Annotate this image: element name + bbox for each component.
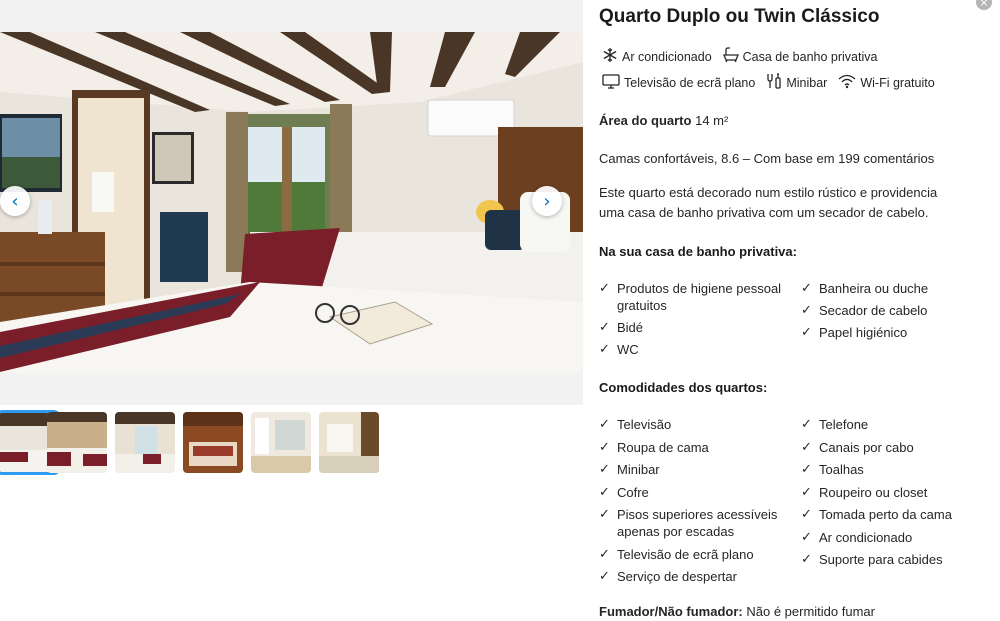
- tv-icon: [602, 73, 624, 92]
- amenities-list-left: ✓ Televisão ✓ Roupa de cama ✓ Minibar ✓ Cofr…: [599, 416, 789, 585]
- facility-label: Wi-Fi gratuito: [860, 75, 935, 90]
- check-icon: ✓: [599, 484, 610, 500]
- check-icon: ✓: [801, 529, 812, 545]
- facility-label: Minibar: [786, 75, 828, 90]
- bathroom-list-right: ✓ Banheira ou duche ✓ Secador de cabelo ✓ P…: [801, 280, 1000, 341]
- list-item: ✓ Suporte para cabides: [801, 552, 943, 567]
- chevron-right-icon: ›: [543, 190, 551, 212]
- room-title: Quarto Duplo ou Twin Clássico: [599, 6, 880, 27]
- bed-comfort-rating: Camas confortáveis, 8.6 – Com base em 19…: [599, 151, 935, 166]
- bathroom-section-title: Na sua casa de banho privativa:: [599, 244, 797, 259]
- snowflake-icon: [602, 47, 622, 66]
- facility-minibar: Minibar: [766, 73, 827, 92]
- thumbnail-5[interactable]: [251, 412, 311, 473]
- close-icon: ×: [979, 0, 989, 9]
- prev-photo-button[interactable]: ‹: [0, 186, 30, 216]
- check-icon: ✓: [801, 484, 812, 500]
- check-icon: ✓: [801, 325, 812, 340]
- facility-flat-tv: Televisão de ecrã plano: [602, 73, 755, 92]
- check-icon: ✓: [801, 439, 812, 455]
- minibar-icon: [766, 73, 786, 92]
- thumbnail-4[interactable]: [183, 412, 243, 473]
- room-description-line-1: Este quarto está decorado num estilo rús…: [599, 185, 938, 200]
- check-icon: ✓: [801, 507, 812, 522]
- facility-wifi: Wi-Fi gratuito: [838, 73, 935, 92]
- list-item: ✓ Bidé: [599, 320, 644, 335]
- check-icon: ✓: [599, 546, 610, 562]
- check-icon: ✓: [801, 417, 812, 432]
- facility-label: Ar condicionado: [622, 49, 712, 64]
- check-icon: ✓: [599, 507, 610, 522]
- list-item: ✓ Cofre: [599, 484, 649, 500]
- room-area-label: Área do quarto: [599, 113, 692, 128]
- check-icon: ✓: [599, 569, 610, 584]
- list-item: ✓ Televisão: [599, 417, 672, 432]
- close-button[interactable]: ×: [976, 0, 992, 10]
- main-room-photo[interactable]: [0, 32, 583, 373]
- check-icon: ✓: [801, 303, 812, 318]
- chevron-left-icon: ‹: [11, 190, 19, 212]
- list-item: ✓ Pisos superiores acessíveis apenas por …: [599, 507, 778, 539]
- room-area-value: 14 m²: [695, 113, 729, 128]
- check-icon: ✓: [599, 439, 610, 455]
- facility-private-bathroom: Casa de banho privativa: [722, 47, 878, 66]
- list-item: ✓ Serviço de despertar: [599, 569, 737, 584]
- list-item: ✓ Papel higiénico: [801, 325, 908, 340]
- list-item: ✓ Toalhas: [801, 462, 864, 477]
- thumbnail-3[interactable]: [115, 412, 175, 473]
- check-icon: ✓: [801, 462, 812, 477]
- list-item: ✓ Televisão de ecrã plano: [599, 546, 754, 562]
- list-item: ✓ Roupa de cama: [599, 439, 709, 455]
- list-item: ✓ Banheira ou duche: [801, 281, 929, 296]
- list-item: ✓ Tomada perto da cama: [801, 507, 952, 522]
- thumbnail-2[interactable]: [47, 412, 107, 473]
- facilities-row-2: Televisão de ecrã plano Minibar Wi-Fi gr…: [602, 73, 946, 92]
- check-icon: ✓: [801, 552, 812, 567]
- list-item: ✓ Minibar: [599, 462, 660, 477]
- facilities-row-1: Ar condicionado Casa de banho privativa: [602, 47, 888, 66]
- check-icon: ✓: [599, 417, 610, 432]
- check-icon: ✓: [599, 462, 610, 477]
- facility-air-conditioning: Ar condicionado: [602, 47, 712, 66]
- list-item: ✓ Produtos de higiene pessoal gratuitos: [599, 281, 782, 313]
- list-item: ✓ Telefone: [801, 417, 869, 432]
- check-icon: ✓: [599, 320, 610, 335]
- bath-icon: [722, 47, 743, 66]
- check-icon: ✓: [599, 281, 610, 296]
- wifi-icon: [838, 73, 860, 92]
- check-icon: ✓: [599, 342, 610, 357]
- photo-gallery: ‹ ›: [0, 0, 583, 621]
- list-item: ✓ WC: [599, 342, 639, 357]
- smoking-policy-value: Não é permitido fumar: [746, 604, 875, 619]
- room-area: Área do quarto 14 m²: [599, 111, 728, 131]
- smoking-policy: Fumador/Não fumador: Não é permitido fum…: [599, 602, 875, 621]
- list-item: ✓ Roupeiro ou closet: [801, 484, 928, 500]
- amenities-list-right: ✓ Telefone ✓ Canais por cabo ✓ Toalhas ✓ Rou…: [801, 416, 1000, 568]
- list-item: ✓ Canais por cabo: [801, 439, 914, 455]
- facility-label: Televisão de ecrã plano: [624, 75, 756, 90]
- bathroom-list-left: ✓ Produtos de higiene pessoal gratuitos ✓…: [599, 280, 784, 358]
- next-photo-button[interactable]: ›: [532, 186, 562, 216]
- check-icon: ✓: [801, 281, 812, 296]
- thumbnail-6[interactable]: [319, 412, 379, 473]
- list-item: ✓ Secador de cabelo: [801, 303, 928, 318]
- facility-label: Casa de banho privativa: [742, 49, 878, 64]
- smoking-policy-label: Fumador/Não fumador:: [599, 604, 743, 619]
- list-item: ✓ Ar condicionado: [801, 529, 913, 545]
- room-description-line-2: uma casa de banho privativa com um secad…: [599, 205, 929, 220]
- amenities-section-title: Comodidades dos quartos:: [599, 380, 768, 395]
